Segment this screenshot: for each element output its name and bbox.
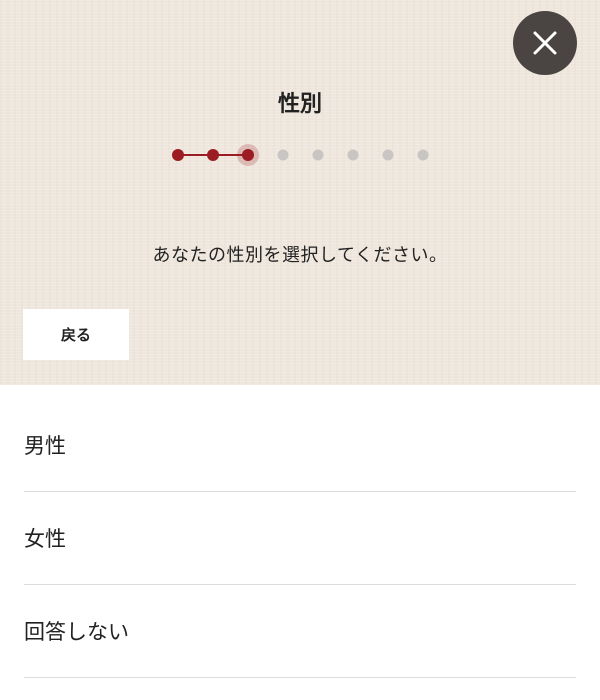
progress-dot-upcoming: [347, 149, 359, 161]
step-progress-indicator: [172, 144, 429, 166]
progress-dot-upcoming: [382, 149, 394, 161]
progress-dot-upcoming: [312, 149, 324, 161]
page-title: 性別: [277, 92, 322, 117]
progress-dot-upcoming: [277, 149, 289, 161]
instruction-text: あなたの性別を選択してください。: [152, 245, 448, 266]
progress-dot-completed: [207, 149, 219, 161]
option-no-answer[interactable]: 回答しない: [24, 585, 576, 678]
progress-dot-completed: [172, 149, 184, 161]
gender-options-list: 男性 女性 回答しない: [0, 385, 600, 700]
back-button[interactable]: 戻る: [23, 309, 129, 360]
option-male[interactable]: 男性: [24, 399, 576, 492]
header-panel: 性別 あなたの性別を選択してください。 戻る: [0, 0, 600, 385]
close-button[interactable]: [513, 11, 577, 75]
option-female[interactable]: 女性: [24, 492, 576, 585]
close-icon: [533, 31, 557, 55]
progress-dot-current: [242, 149, 254, 161]
progress-dot-upcoming: [417, 149, 429, 161]
